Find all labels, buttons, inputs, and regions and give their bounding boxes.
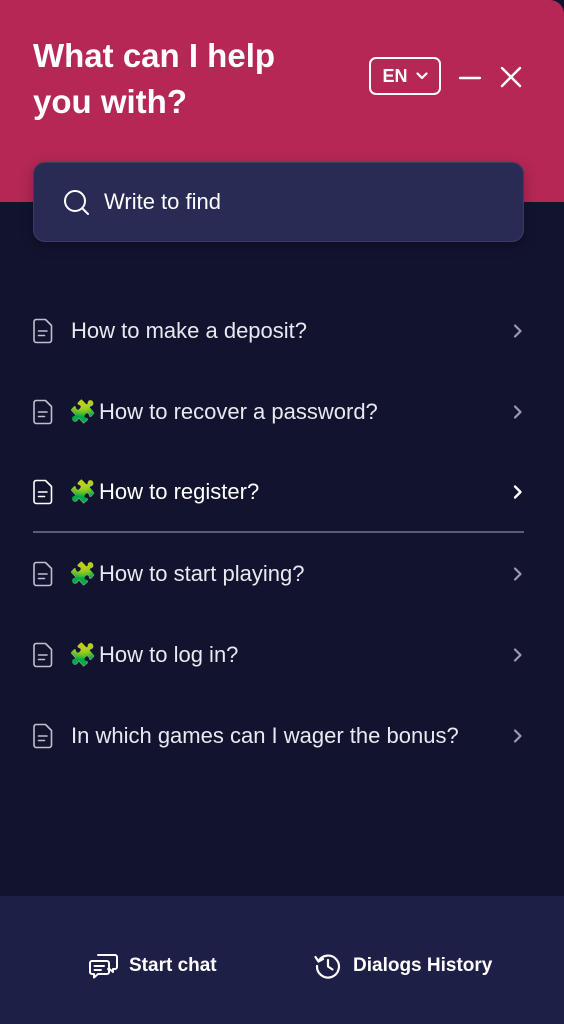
faq-item-register[interactable]: 🧩 How to register?	[33, 452, 524, 533]
close-button[interactable]	[497, 63, 525, 91]
chat-bubbles-icon	[89, 954, 118, 979]
page-title: What can I help you with?	[33, 37, 276, 120]
puzzle-piece-emoji: 🧩	[69, 398, 97, 424]
language-select[interactable]: EN	[369, 57, 441, 95]
footer: Start chat Dialogs History	[0, 896, 564, 1024]
chevron-right-icon	[513, 566, 522, 581]
dialogs-history-label: Dialogs History	[353, 955, 493, 976]
chevron-right-icon	[513, 484, 522, 499]
puzzle-piece-emoji: 🧩	[69, 478, 97, 504]
faq-item-start-playing[interactable]: 🧩 How to start playing?	[33, 533, 524, 614]
minimize-icon	[458, 76, 482, 80]
start-chat-label: Start chat	[129, 955, 217, 976]
document-icon	[33, 479, 53, 505]
faq-item-label: How to log in?	[99, 641, 239, 667]
faq-item-log-in[interactable]: 🧩 How to log in?	[33, 614, 524, 695]
history-clock-icon	[314, 954, 341, 979]
faq-item-label: How to start playing?	[99, 560, 305, 586]
document-icon	[33, 561, 53, 587]
close-icon	[500, 66, 522, 88]
search-box[interactable]	[33, 162, 524, 242]
puzzle-piece-emoji: 🧩	[69, 641, 97, 667]
faq-item-label: In which games can I wager the bonus?	[71, 722, 459, 748]
dialogs-history-button[interactable]: Dialogs History	[313, 946, 492, 986]
puzzle-piece-emoji: 🧩	[69, 560, 97, 586]
minimize-button[interactable]	[456, 63, 484, 91]
search-icon	[64, 190, 89, 215]
document-icon	[33, 318, 53, 344]
faq-item-label: How to make a deposit?	[71, 317, 308, 343]
faq-item-recover-password[interactable]: 🧩 How to recover a password?	[33, 371, 524, 452]
document-icon	[33, 642, 53, 668]
document-icon	[33, 399, 53, 425]
chevron-down-icon	[415, 72, 428, 80]
chevron-right-icon	[513, 728, 522, 743]
faq-item-label: How to register?	[99, 478, 260, 504]
chevron-right-icon	[513, 647, 522, 662]
faq-list: How to make a deposit? 🧩 How to recover …	[33, 290, 524, 776]
search-input[interactable]	[102, 188, 486, 216]
chevron-right-icon	[513, 404, 522, 419]
faq-item-label: How to recover a password?	[99, 398, 378, 424]
language-value: EN	[382, 65, 408, 86]
faq-item-wager-bonus[interactable]: In which games can I wager the bonus?	[33, 695, 524, 776]
faq-item-deposit[interactable]: How to make a deposit?	[33, 290, 524, 371]
start-chat-button[interactable]: Start chat	[89, 946, 217, 986]
chevron-right-icon	[513, 323, 522, 338]
document-icon	[33, 723, 53, 749]
